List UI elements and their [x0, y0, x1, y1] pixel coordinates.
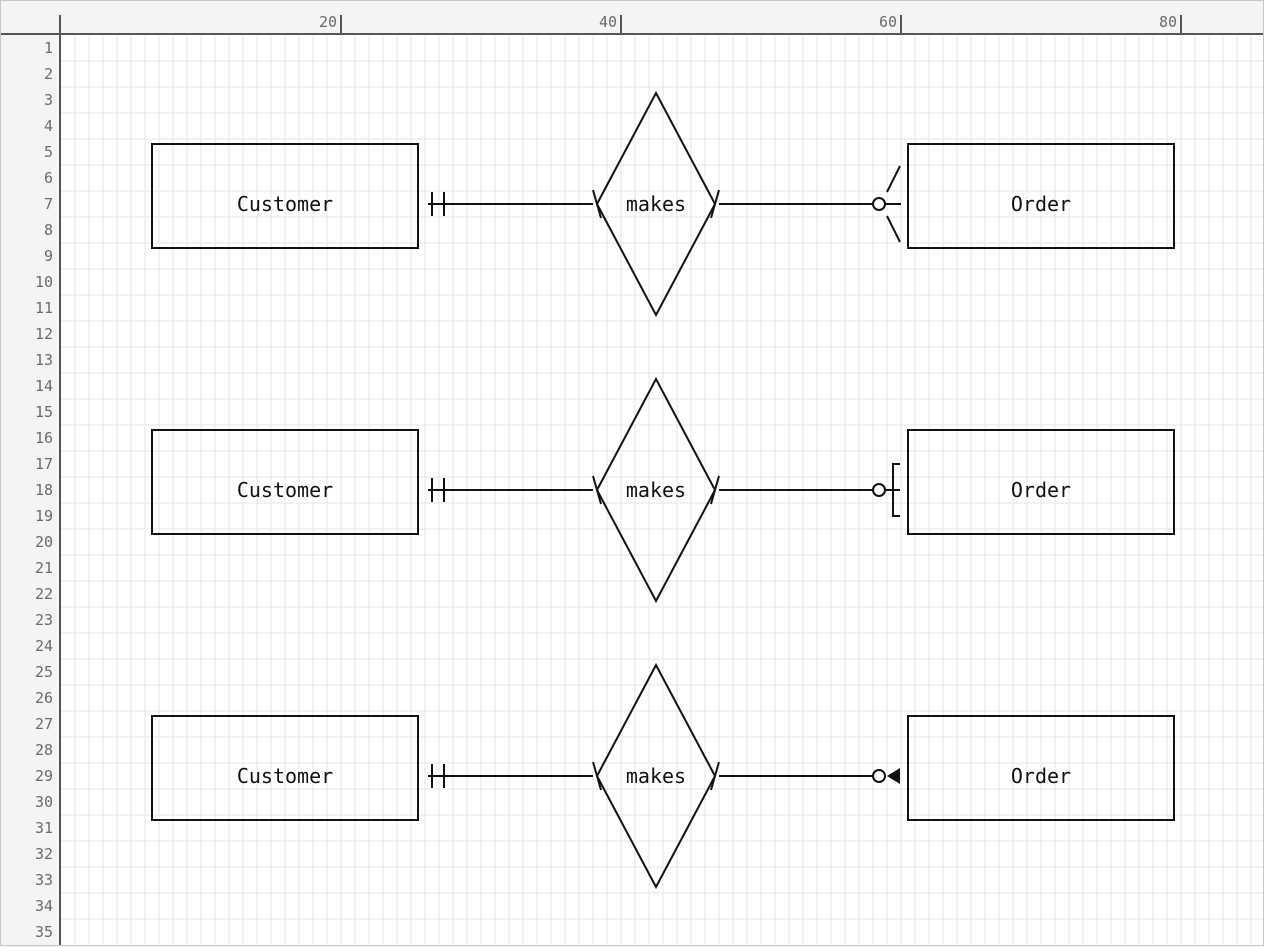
- row-label: 21: [35, 559, 53, 577]
- row-label: 29: [35, 767, 53, 785]
- row-label: 33: [35, 871, 53, 889]
- row-label: 26: [35, 689, 53, 707]
- relationship-label: makes: [626, 764, 686, 788]
- row-label: 31: [35, 819, 53, 837]
- row-label: 16: [35, 429, 53, 447]
- row-label: 10: [35, 273, 53, 291]
- column-label: 60: [879, 13, 897, 31]
- row-label: 25: [35, 663, 53, 681]
- row-label: 9: [44, 247, 53, 265]
- column-label: 40: [599, 13, 617, 31]
- zero-circle-icon: [872, 769, 886, 783]
- row-label: 30: [35, 793, 53, 811]
- row-label: 5: [44, 143, 53, 161]
- entity-label: Customer: [237, 764, 333, 788]
- row-label: 8: [44, 221, 53, 239]
- editor-frame: 20 40 60 80 1 2 3 4 5 6 7 8 9 10 11 12 13 14 15 16 17 18 19 20…: [0, 0, 1264, 946]
- entity-label: Order: [1011, 192, 1071, 216]
- row-label: 15: [35, 403, 53, 421]
- row-label: 4: [44, 117, 53, 135]
- row-label: 35: [35, 923, 53, 941]
- row-label: 3: [44, 91, 53, 109]
- diagram-canvas[interactable]: 20 40 60 80 1234567891011121314151617181920…: [1, 1, 1264, 947]
- relationship-label: makes: [626, 192, 686, 216]
- column-ticks: 20 40 60 80: [319, 13, 1182, 34]
- row-label: 28: [35, 741, 53, 759]
- row-ticks: 1234567891011121314151617181920212223242…: [35, 39, 53, 941]
- row-label: 17: [35, 455, 53, 473]
- row-label: 18: [35, 481, 53, 499]
- row-label: 2: [44, 65, 53, 83]
- row-label: 11: [35, 299, 53, 317]
- entity-label: Order: [1011, 478, 1071, 502]
- row-label: 23: [35, 611, 53, 629]
- column-label: 20: [319, 13, 337, 31]
- zero-circle-icon: [872, 483, 886, 497]
- er-diagrams: Customer Order makes Customer Order makes Cust…: [151, 90, 1175, 890]
- relationship-label: makes: [626, 478, 686, 502]
- entity-label: Customer: [237, 478, 333, 502]
- row-label: 24: [35, 637, 53, 655]
- row-label: 7: [44, 195, 53, 213]
- row-label: 20: [35, 533, 53, 551]
- row-label: 32: [35, 845, 53, 863]
- row-label: 6: [44, 169, 53, 187]
- row-label: 12: [35, 325, 53, 343]
- row-label: 22: [35, 585, 53, 603]
- column-label: 80: [1159, 13, 1177, 31]
- row-label: 1: [44, 39, 53, 57]
- entity-label: Order: [1011, 764, 1071, 788]
- row-label: 19: [35, 507, 53, 525]
- row-label: 27: [35, 715, 53, 733]
- zero-circle-icon: [872, 197, 886, 211]
- entity-label: Customer: [237, 192, 333, 216]
- row-label: 13: [35, 351, 53, 369]
- row-label: 14: [35, 377, 53, 395]
- row-label: 34: [35, 897, 53, 915]
